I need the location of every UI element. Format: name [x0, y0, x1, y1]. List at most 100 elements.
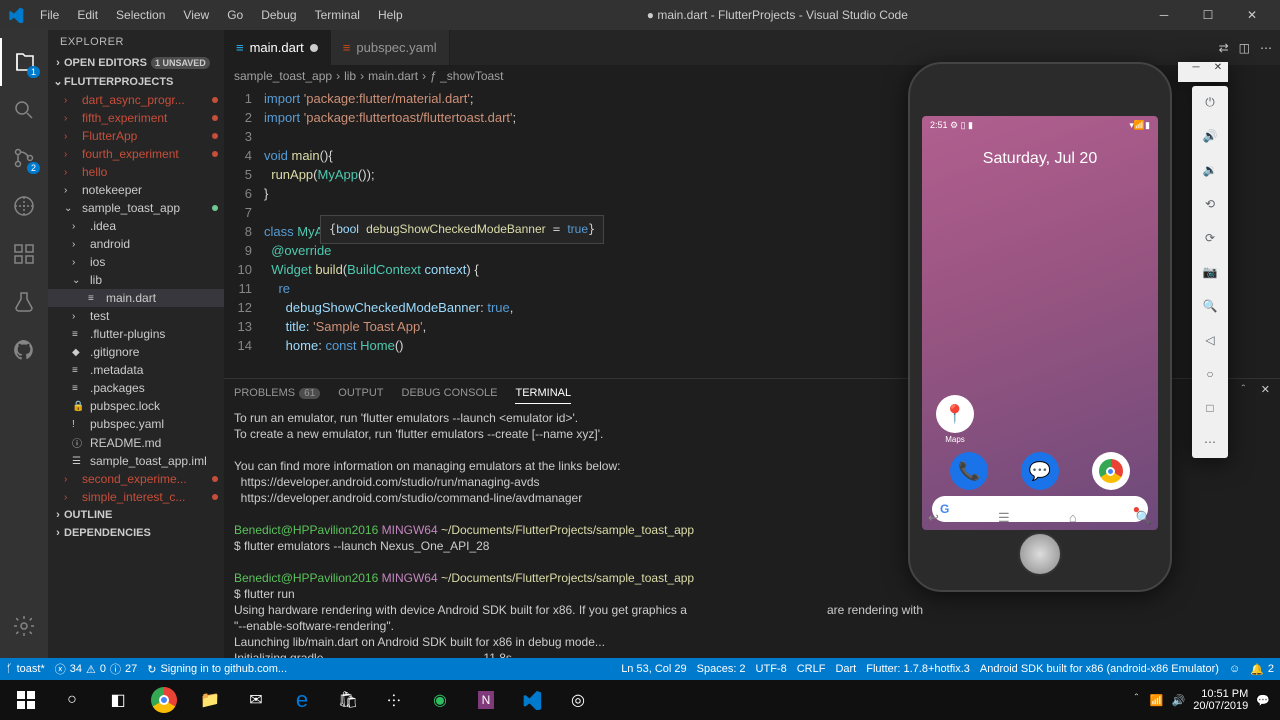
onenote-icon[interactable]: N: [464, 680, 508, 720]
tray-volume-icon[interactable]: 🔊: [1172, 694, 1186, 707]
tree-item[interactable]: ›android: [48, 235, 224, 253]
tree-item[interactable]: ›simple_interest_c...: [48, 488, 224, 506]
outline-header[interactable]: ›OUTLINE: [48, 506, 224, 524]
vscode-task-icon[interactable]: [510, 680, 554, 720]
dropbox-icon[interactable]: ⸭: [372, 680, 416, 720]
dialer-icon[interactable]: 📞: [950, 452, 988, 490]
start-button[interactable]: [4, 680, 48, 720]
minimize-button[interactable]: ─: [1144, 1, 1184, 29]
menu-view[interactable]: View: [175, 4, 217, 26]
nav-menu-icon[interactable]: ☰: [998, 510, 1010, 526]
tree-item[interactable]: ›FlutterApp: [48, 127, 224, 145]
compare-icon[interactable]: ⇄: [1219, 41, 1229, 55]
debug-icon[interactable]: [0, 182, 48, 230]
tree-item[interactable]: ›dart_async_progr...: [48, 91, 224, 109]
nav-search-icon[interactable]: 🔍: [1136, 510, 1152, 526]
tree-item[interactable]: 🔒pubspec.lock: [48, 397, 224, 415]
chrome-app-icon[interactable]: [1092, 452, 1130, 490]
tree-item[interactable]: ›fourth_experiment: [48, 145, 224, 163]
tree-item[interactable]: ›notekeeper: [48, 181, 224, 199]
status-encoding[interactable]: UTF-8: [756, 663, 787, 675]
tree-item[interactable]: ◆.gitignore: [48, 343, 224, 361]
emulator-close[interactable]: ✕: [1208, 62, 1228, 82]
status-eol[interactable]: CRLF: [797, 663, 826, 675]
system-tray[interactable]: ＾ 📶 🔊 10:51 PM 20/07/2019 💬: [1131, 688, 1276, 712]
tree-item[interactable]: ⌄lib: [48, 271, 224, 289]
tab-output[interactable]: OUTPUT: [338, 383, 383, 404]
settings-icon[interactable]: [0, 602, 48, 650]
tree-item[interactable]: ›fifth_experiment: [48, 109, 224, 127]
phone-home-button[interactable]: [1018, 532, 1062, 576]
nav-home-icon[interactable]: ⌂: [1069, 510, 1077, 526]
status-cursor[interactable]: Ln 53, Col 29: [621, 663, 686, 675]
emu-home-icon[interactable]: ○: [1200, 364, 1220, 384]
edge-icon[interactable]: e: [280, 680, 324, 720]
chrome-icon[interactable]: [142, 680, 186, 720]
status-device[interactable]: Android SDK built for x86 (android-x86 E…: [980, 663, 1219, 675]
breadcrumb-item[interactable]: lib: [344, 69, 356, 83]
rotate-right-icon[interactable]: ⟳: [1200, 228, 1220, 248]
editor-tab[interactable]: ≡main.dart: [224, 30, 331, 65]
tree-item[interactable]: ⌄sample_toast_app: [48, 199, 224, 217]
breadcrumb-item[interactable]: sample_toast_app: [234, 69, 332, 83]
menu-terminal[interactable]: Terminal: [307, 4, 368, 26]
tray-wifi-icon[interactable]: 📶: [1150, 694, 1164, 707]
search-icon[interactable]: [0, 86, 48, 134]
evernote-icon[interactable]: ◉: [418, 680, 462, 720]
status-branch[interactable]: ᚶ toast*: [6, 663, 45, 675]
nav-back-icon[interactable]: ↩: [928, 510, 939, 526]
tree-item[interactable]: ⓘREADME.md: [48, 433, 224, 452]
tree-item[interactable]: !pubspec.yaml: [48, 415, 224, 433]
panel-close-icon[interactable]: ✕: [1261, 383, 1270, 404]
tree-item[interactable]: ≡.metadata: [48, 361, 224, 379]
test-icon[interactable]: [0, 278, 48, 326]
power-icon[interactable]: ⏻: [1200, 92, 1220, 112]
messages-icon[interactable]: 💬: [1021, 452, 1059, 490]
file-explorer-icon[interactable]: 📁: [188, 680, 232, 720]
tab-terminal[interactable]: TERMINAL: [515, 383, 571, 404]
menu-edit[interactable]: Edit: [69, 4, 106, 26]
tree-item[interactable]: ≡main.dart: [48, 289, 224, 307]
menu-help[interactable]: Help: [370, 4, 411, 26]
zoom-icon[interactable]: 🔍: [1200, 296, 1220, 316]
store-icon[interactable]: 🛍: [326, 680, 370, 720]
tree-item[interactable]: ›.idea: [48, 217, 224, 235]
breadcrumb-item[interactable]: main.dart: [368, 69, 418, 83]
tree-item[interactable]: ›second_experime...: [48, 470, 224, 488]
menu-go[interactable]: Go: [219, 4, 251, 26]
phone-app-maps[interactable]: 📍 Maps: [936, 395, 974, 444]
tab-debug-console[interactable]: DEBUG CONSOLE: [402, 383, 498, 404]
menu-file[interactable]: File: [32, 4, 67, 26]
phone-screen[interactable]: 2:51 ⚙ ▯ ▮ ▾📶▮ Saturday, Jul 20 📍 Maps 📞…: [922, 116, 1158, 530]
tree-item[interactable]: ☰sample_toast_app.iml: [48, 452, 224, 470]
status-feedback-icon[interactable]: ☺: [1229, 663, 1240, 675]
tray-up-icon[interactable]: ＾: [1131, 692, 1142, 708]
status-bell-icon[interactable]: 🔔 2: [1250, 663, 1274, 676]
tree-item[interactable]: ≡.flutter-plugins: [48, 325, 224, 343]
task-view-icon[interactable]: ◧: [96, 680, 140, 720]
close-button[interactable]: ✕: [1232, 1, 1272, 29]
cortana-icon[interactable]: ○: [50, 680, 94, 720]
dependencies-header[interactable]: ›DEPENDENCIES: [48, 524, 224, 542]
tree-item[interactable]: ›ios: [48, 253, 224, 271]
github-icon[interactable]: [0, 326, 48, 374]
open-editors-header[interactable]: › OPEN EDITORS 1 UNSAVED: [48, 54, 224, 72]
tree-item[interactable]: ›hello: [48, 163, 224, 181]
scm-icon[interactable]: 2: [0, 134, 48, 182]
maximize-button[interactable]: ☐: [1188, 1, 1228, 29]
emu-back-icon[interactable]: ◁: [1200, 330, 1220, 350]
tree-item[interactable]: ≡.packages: [48, 379, 224, 397]
emulator-minimize[interactable]: ─: [1186, 62, 1206, 82]
camera-icon[interactable]: 📷: [1200, 262, 1220, 282]
menu-selection[interactable]: Selection: [108, 4, 173, 26]
status-signin[interactable]: ↻ Signing in to github.com...: [147, 663, 287, 676]
emu-overview-icon[interactable]: □: [1200, 398, 1220, 418]
breadcrumb-item[interactable]: ƒ _showToast: [430, 69, 503, 83]
volume-down-icon[interactable]: 🔉: [1200, 160, 1220, 180]
mail-icon[interactable]: ✉: [234, 680, 278, 720]
status-flutter[interactable]: Flutter: 1.7.8+hotfix.3: [866, 663, 970, 675]
obs-icon[interactable]: ◎: [556, 680, 600, 720]
extensions-icon[interactable]: [0, 230, 48, 278]
menu-debug[interactable]: Debug: [253, 4, 304, 26]
status-spaces[interactable]: Spaces: 2: [697, 663, 746, 675]
